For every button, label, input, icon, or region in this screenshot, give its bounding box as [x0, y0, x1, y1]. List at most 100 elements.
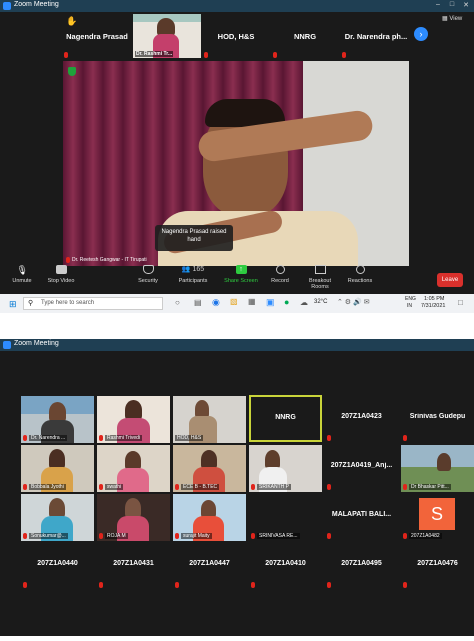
- share-screen-icon: ↑: [235, 265, 247, 274]
- app-icon[interactable]: ●: [284, 297, 289, 307]
- muted-mic-icon: [204, 52, 208, 58]
- clock-time: 1:05 PM: [424, 296, 445, 302]
- search-icon: ⚲: [28, 300, 34, 307]
- mic-off-icon: 🎙: [16, 265, 28, 275]
- video-tile-srikanth[interactable]: SRIKANTH P: [249, 445, 322, 492]
- muted-mic-icon: [175, 533, 179, 539]
- browser-icon[interactable]: ◉: [212, 297, 220, 308]
- video-tile-narendra[interactable]: Dr. Narendra ...: [21, 396, 94, 443]
- store-icon[interactable]: ▦: [248, 297, 256, 306]
- next-page-icon[interactable]: ›: [414, 27, 428, 41]
- task-view-icon[interactable]: ▤: [194, 298, 202, 307]
- system-tray-icons[interactable]: ⌃ ⚙ 🔊 ✉: [337, 298, 370, 306]
- avatar: S: [419, 498, 455, 530]
- participant-video: [437, 453, 451, 471]
- tile-nnrg-active-speaker[interactable]: NNRG: [249, 395, 322, 442]
- muted-mic-icon: [403, 533, 407, 539]
- tile-207Z1A0431[interactable]: 207Z1A0431: [97, 543, 170, 590]
- smiley-icon: [355, 265, 365, 274]
- video-camera-icon: [55, 265, 67, 274]
- windows-start-icon[interactable]: ⊞: [9, 299, 17, 310]
- share-screen-button[interactable]: ↑ Share Screen: [221, 265, 261, 284]
- tile-207Z1A0482[interactable]: S 207Z1A0482: [401, 494, 474, 541]
- muted-mic-icon: [99, 435, 103, 441]
- tile-srinivasa-re[interactable]: SRINIVASA RE...: [249, 494, 322, 541]
- notifications-icon[interactable]: □: [458, 298, 463, 307]
- muted-mic-icon: [327, 582, 331, 588]
- minimize-button[interactable]: –: [432, 1, 444, 8]
- participant-video: [49, 402, 66, 422]
- strip-tile-narendra[interactable]: Dr. Narendra ph...: [340, 14, 412, 58]
- leave-button[interactable]: Leave: [437, 273, 463, 287]
- zoom-taskbar-icon[interactable]: ▣: [266, 297, 275, 308]
- muted-mic-icon: [175, 582, 179, 588]
- tile-207Z1A0440[interactable]: 207Z1A0440: [21, 543, 94, 590]
- maximize-button[interactable]: □: [446, 1, 458, 8]
- reactions-button[interactable]: Reactions: [340, 265, 380, 284]
- tile-207Z1A0419[interactable]: 207Z1A0419_Anj...: [325, 445, 398, 492]
- temperature: 32°C: [314, 299, 328, 305]
- tile-207Z1A0447[interactable]: 207Z1A0447: [173, 543, 246, 590]
- muted-mic-icon: [327, 435, 331, 441]
- muted-mic-icon: [273, 52, 277, 58]
- muted-mic-icon: [403, 582, 407, 588]
- folder-icon[interactable]: ▧: [230, 297, 238, 306]
- muted-mic-icon: [251, 582, 255, 588]
- participants-icon: 👥 165: [181, 266, 205, 273]
- strip-video-tile-rashmi[interactable]: Dr. Rashmi Tr...: [133, 14, 201, 58]
- close-button[interactable]: ✕: [460, 1, 472, 9]
- stop-video-button[interactable]: Stop Video: [41, 265, 81, 284]
- tile-srinivas-gudepu[interactable]: Srinivas Gudepu: [401, 396, 474, 443]
- window-title: Zoom Meeting: [14, 340, 59, 347]
- security-button[interactable]: Security: [128, 265, 168, 284]
- muted-mic-icon: [251, 533, 255, 539]
- tile-207Z1A0495[interactable]: 207Z1A0495: [325, 543, 398, 590]
- speaker-name-label: Dr. Reetesh Gangwar - IT Tirupati: [72, 257, 147, 263]
- video-tile-hod[interactable]: HOD, H&S: [173, 396, 246, 443]
- record-button[interactable]: Record: [260, 265, 300, 284]
- zoom-logo-icon: [3, 2, 11, 10]
- zoom-logo-icon: [3, 341, 11, 349]
- video-tile-roja[interactable]: ROJA M: [97, 494, 170, 541]
- speaker-video: [63, 61, 409, 266]
- video-tile-label: Dr. Rashmi Tr...: [135, 51, 174, 57]
- participant-video: [49, 449, 65, 469]
- participant-video: [125, 498, 141, 518]
- taskbar-search-box[interactable]: ⚲ Type here to search: [23, 297, 163, 310]
- strip-tile-hod[interactable]: HOD, H&S: [202, 14, 270, 58]
- video-tile-ece-b[interactable]: ECE B - B.TEC: [173, 445, 246, 492]
- tile-207Z1A0476[interactable]: 207Z1A0476: [401, 543, 474, 590]
- muted-mic-icon: [23, 533, 27, 539]
- muted-mic-icon: [327, 484, 331, 490]
- breakout-rooms-button[interactable]: Breakout Rooms: [300, 265, 340, 290]
- muted-mic-icon: [403, 484, 407, 490]
- bottom-title-bar: Zoom Meeting: [0, 339, 474, 351]
- strip-tile-nnrg[interactable]: NNRG: [271, 14, 339, 58]
- tile-207Z1A0423[interactable]: 207Z1A0423: [325, 396, 398, 443]
- muted-mic-icon: [23, 484, 27, 490]
- video-tile-surajit[interactable]: surajit Maity: [173, 494, 246, 541]
- video-tile-rashmi[interactable]: Rashmi Trivedi: [97, 396, 170, 443]
- muted-mic-icon: [64, 52, 68, 58]
- task-view-icon[interactable]: ○: [175, 298, 180, 307]
- tile-malapati-bali[interactable]: MALAPATI BALI...: [325, 494, 398, 541]
- strip-tile-nagendra[interactable]: ✋ Nagendra Prasad: [62, 14, 132, 58]
- unmute-button[interactable]: 🎙 Unmute: [2, 265, 42, 284]
- participants-button[interactable]: 👥 165 Participants: [173, 265, 213, 284]
- breakout-rooms-icon: [314, 265, 326, 274]
- tile-207Z1A0410[interactable]: 207Z1A0410: [249, 543, 322, 590]
- windows-taskbar: ⊞ ⚲ Type here to search ○ ▤ ◉ ▧ ▦ ▣ ● ☁ …: [0, 294, 474, 313]
- muted-mic-icon: [66, 257, 70, 263]
- shield-icon: [142, 265, 154, 274]
- muted-mic-icon: [99, 533, 103, 539]
- muted-mic-icon: [23, 435, 27, 441]
- video-tile-swathi[interactable]: swathi: [97, 445, 170, 492]
- muted-mic-icon: [251, 484, 255, 490]
- video-tile-sonukumar[interactable]: Sonukumar@...: [21, 494, 94, 541]
- clock-date: 7/31/2021: [421, 303, 446, 309]
- video-tile-bhaskar[interactable]: Dr Bhaskar Pitt...: [401, 445, 474, 492]
- language-indicator[interactable]: ENG: [405, 296, 416, 302]
- video-tile-bobbala[interactable]: Bobbala Jyothi: [21, 445, 94, 492]
- view-button[interactable]: ▦ View: [442, 15, 462, 22]
- record-icon: [275, 265, 285, 274]
